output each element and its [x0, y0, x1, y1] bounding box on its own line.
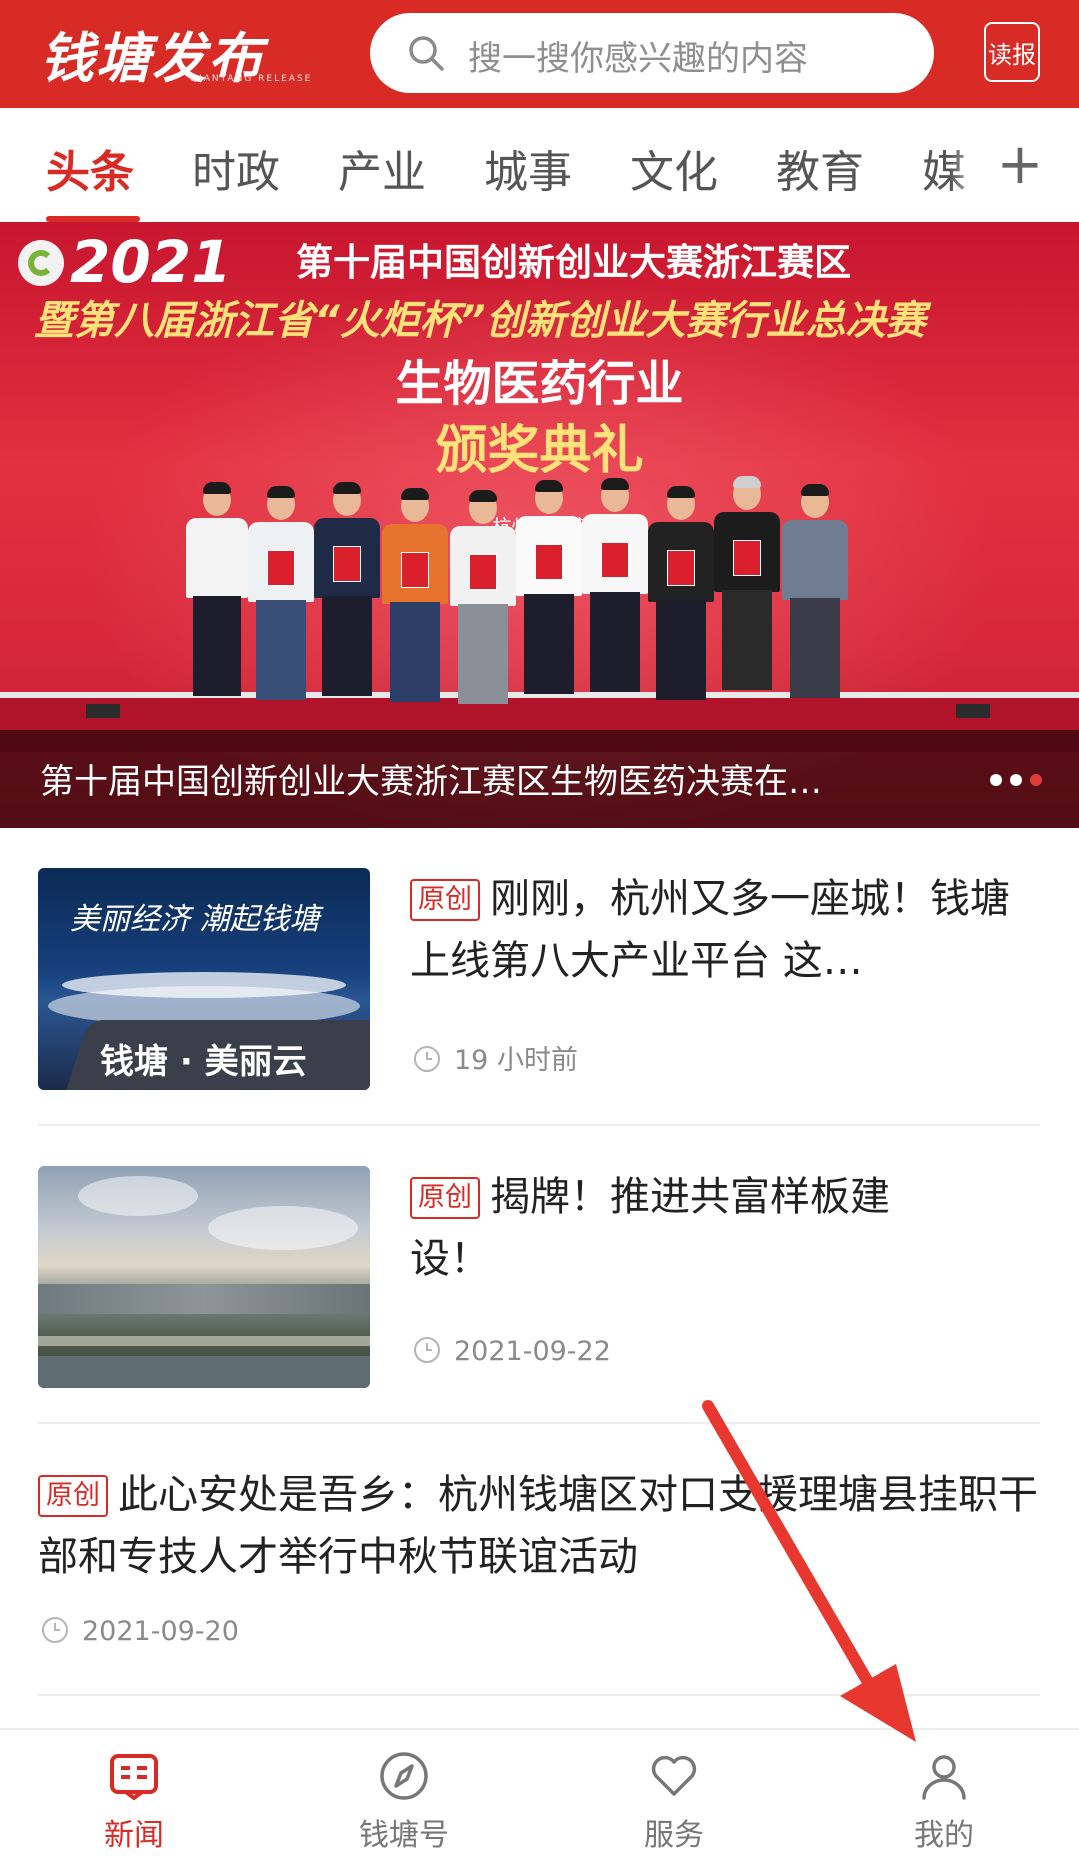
news-title[interactable]: 原创 此心安处是吾乡：杭州钱塘区对口支援理塘县挂职干部和专技人才举行中秋节联谊活动 — [38, 1464, 1040, 1588]
thumbnail-floor-text: 钱塘 · 美丽云 — [100, 1042, 307, 1082]
news-time: 19 小时前 — [454, 1045, 578, 1076]
nav-mine[interactable]: 我的 — [844, 1730, 1044, 1862]
tab-industry[interactable]: 产业 — [338, 136, 426, 200]
banner-title-line3: 生物医药行业 — [395, 356, 684, 412]
news-title-text: 揭牌！推进共富样板建设！ — [410, 1174, 890, 1282]
carousel-dot[interactable] — [1010, 774, 1022, 786]
news-icon — [110, 1754, 158, 1800]
nav-qiantang-hao[interactable]: 钱塘号 — [304, 1730, 504, 1862]
tabs-fade — [950, 118, 990, 212]
person — [248, 486, 314, 700]
news-item[interactable]: 原创 揭牌！推进共富样板建设！ 2021-09-22 — [38, 1166, 1040, 1388]
news-title-text: 刚刚，杭州又多一座城！钱塘上线第八大产业平台 这… — [410, 876, 1010, 984]
tab-culture[interactable]: 文化 — [630, 136, 718, 200]
banner-title-line1: 第十届中国创新创业大赛浙江赛区 — [296, 241, 851, 284]
news-item[interactable]: 美丽经济 潮起钱塘 钱塘 · 美丽云 原创 刚刚，杭州又多一座城！钱塘上线第八大产… — [38, 868, 1040, 1090]
carousel-dot[interactable] — [990, 774, 1002, 786]
thumbnail-road — [38, 1336, 370, 1346]
banner-title-line2: 暨第八届浙江省“火炬杯”创新创业大赛行业总决赛 — [34, 298, 926, 344]
thumbnail-cloud — [208, 1206, 358, 1250]
clock-icon — [42, 1617, 68, 1643]
app-logo[interactable]: 钱塘发布 QIANTANG RELEASE — [40, 14, 310, 92]
original-badge: 原创 — [38, 1475, 108, 1517]
add-channel-button[interactable]: + — [990, 130, 1050, 200]
user-icon — [922, 1755, 966, 1800]
news-title[interactable]: 原创 刚刚，杭州又多一座城！钱塘上线第八大产业平台 这… — [410, 868, 1040, 992]
thumbnail-city — [38, 1284, 370, 1314]
person — [450, 490, 516, 704]
divider — [38, 1422, 1040, 1424]
app-header: 钱塘发布 QIANTANG RELEASE 搜一搜你感兴趣的内容 读报 — [0, 0, 1079, 108]
search-placeholder: 搜一搜你感兴趣的内容 — [468, 39, 808, 79]
carousel-dot-active[interactable] — [1030, 774, 1042, 786]
nav-mine-label: 我的 — [914, 1818, 974, 1853]
category-tabs: 头条 时政 产业 城事 文化 教育 媒 — [0, 108, 1079, 222]
person — [186, 482, 248, 696]
person — [714, 476, 780, 690]
exit-sign-left — [86, 704, 120, 718]
banner-year: 2021 — [70, 228, 232, 296]
news-meta: 19 小时前 — [414, 1038, 578, 1077]
nav-news-label: 新闻 — [104, 1818, 164, 1853]
thumbnail-cloud — [78, 1176, 198, 1216]
tab-education[interactable]: 教育 — [776, 136, 864, 200]
search-bar[interactable]: 搜一搜你感兴趣的内容 — [370, 13, 934, 93]
bottom-navigation: 新闻 钱塘号 服务 我的 — [0, 1728, 1079, 1862]
original-badge: 原创 — [410, 1177, 480, 1219]
original-badge: 原创 — [410, 879, 480, 921]
nav-qiantang-hao-label: 钱塘号 — [359, 1818, 449, 1853]
news-time: 2021-09-20 — [82, 1616, 239, 1647]
exit-sign-right — [956, 704, 990, 718]
tab-politics[interactable]: 时政 — [192, 136, 280, 200]
divider — [38, 1694, 1040, 1696]
nav-services-label: 服务 — [644, 1818, 704, 1853]
news-time: 2021-09-22 — [454, 1336, 611, 1367]
tab-city[interactable]: 城事 — [484, 136, 572, 200]
person — [648, 486, 714, 700]
nav-news[interactable]: 新闻 — [34, 1730, 234, 1862]
thumbnail-water — [38, 1356, 370, 1388]
banner-title-line4: 颁奖典礼 — [435, 421, 644, 481]
nav-services[interactable]: 服务 — [574, 1730, 774, 1862]
tab-headlines[interactable]: 头条 — [46, 136, 134, 200]
person — [382, 488, 448, 702]
news-item[interactable]: 原创 此心安处是吾乡：杭州钱塘区对口支援理塘县挂职干部和专技人才举行中秋节联谊活动… — [38, 1464, 1040, 1664]
clock-icon — [414, 1046, 440, 1072]
banner-caption[interactable]: 第十届中国创新创业大赛浙江赛区生物医药决赛在… — [40, 754, 960, 803]
thumbnail-caption: 美丽经济 潮起钱塘 — [70, 902, 320, 937]
news-meta: 2021-09-20 — [42, 1616, 239, 1647]
headline-carousel[interactable]: 2021 第十届中国创新创业大赛浙江赛区 暨第八届浙江省“火炬杯”创新创业大赛行… — [0, 222, 1079, 828]
person — [782, 484, 848, 698]
news-meta: 2021-09-22 — [414, 1336, 611, 1367]
news-thumbnail: 美丽经济 潮起钱塘 钱塘 · 美丽云 — [38, 868, 370, 1090]
news-title[interactable]: 原创 揭牌！推进共富样板建设！ — [410, 1166, 930, 1290]
person — [582, 478, 648, 692]
contest-logo-icon — [18, 240, 64, 286]
heart-icon — [651, 1755, 697, 1796]
clock-icon — [414, 1337, 440, 1363]
divider — [38, 1124, 1040, 1126]
search-icon — [409, 36, 444, 71]
compass-icon — [380, 1752, 428, 1800]
news-thumbnail — [38, 1166, 370, 1388]
person — [314, 482, 380, 696]
logo-subtitle: QIANTANG RELEASE — [190, 74, 313, 84]
read-newspaper-button[interactable]: 读报 — [984, 22, 1040, 82]
news-title-text: 此心安处是吾乡：杭州钱塘区对口支援理塘县挂职干部和专技人才举行中秋节联谊活动 — [38, 1472, 1038, 1580]
person — [516, 480, 582, 694]
